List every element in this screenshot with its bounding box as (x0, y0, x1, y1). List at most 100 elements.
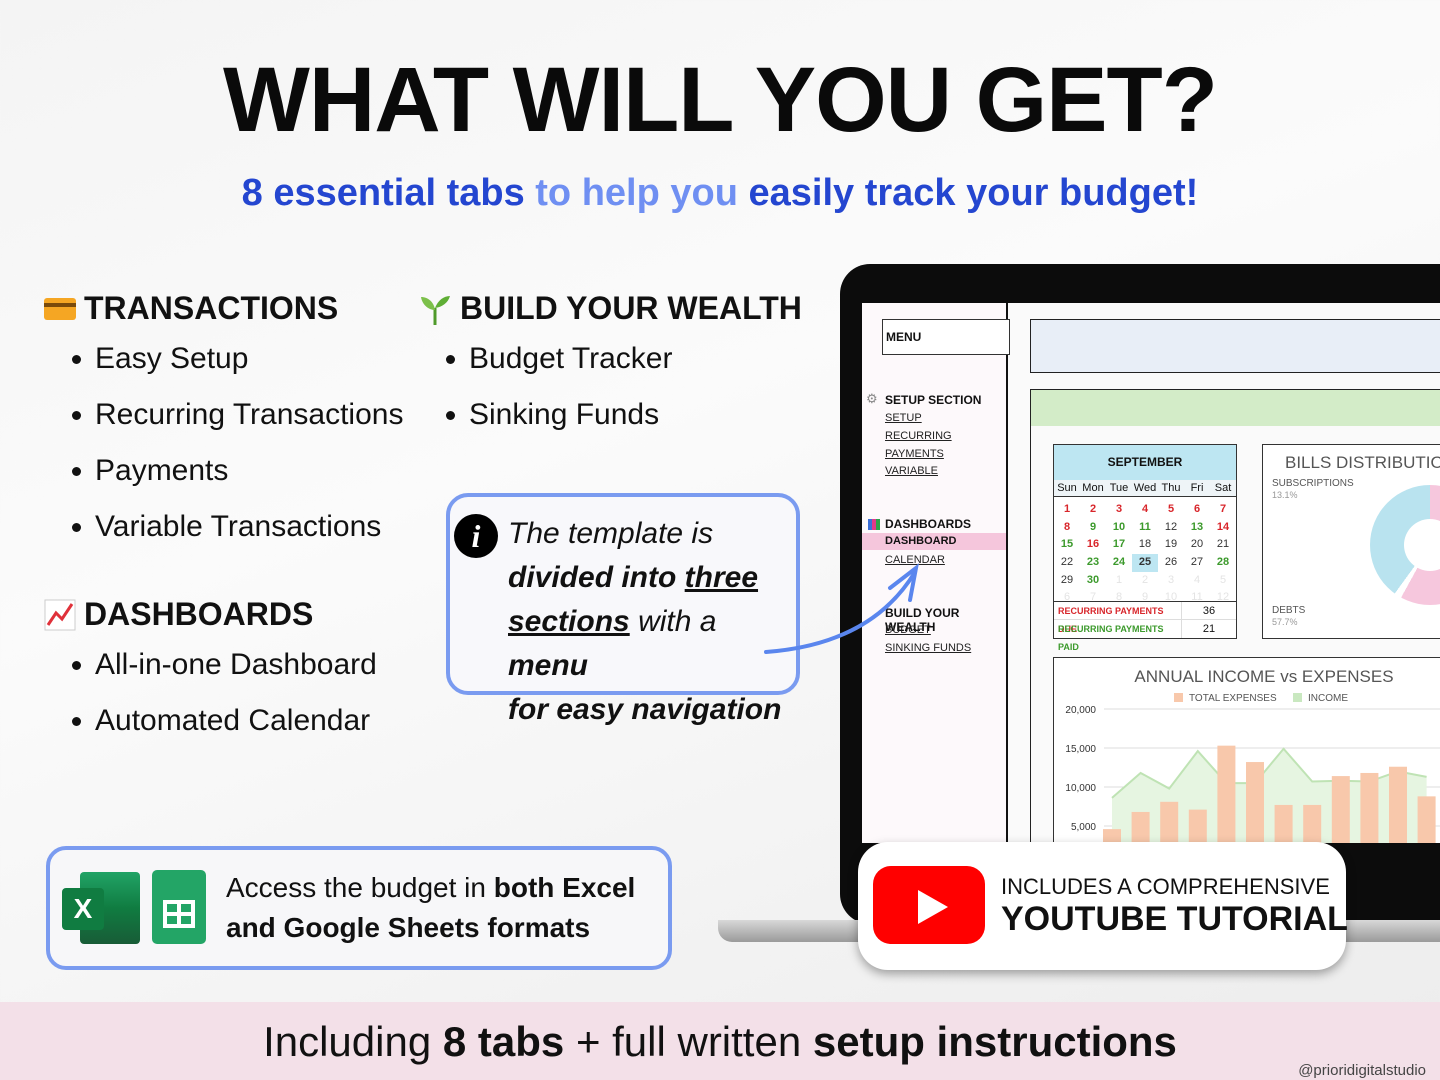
calendar-day[interactable]: 7 (1210, 501, 1236, 519)
calendar-day[interactable]: 3 (1158, 572, 1184, 590)
menu-item-payments[interactable]: PAYMENTS (885, 448, 944, 460)
calendar-day[interactable]: 29 (1054, 572, 1080, 590)
calendar-day[interactable]: 27 (1184, 554, 1210, 572)
list-item: Easy Setup (72, 331, 403, 387)
donut-chart (1370, 485, 1440, 605)
calendar-day[interactable]: 25 (1132, 554, 1158, 572)
y-tick-label: 10,000 (1065, 783, 1096, 794)
google-sheets-icon (152, 870, 206, 944)
list-item: Automated Calendar (72, 693, 377, 749)
legend-swatch (1174, 693, 1183, 702)
calendar-day[interactable]: 1 (1054, 501, 1080, 519)
transactions-section: TRANSACTIONS Easy Setup Recurring Transa… (44, 290, 403, 555)
calendar-day[interactable]: 18 (1132, 536, 1158, 554)
youtube-line2: YOUTUBE TUTORIAL (1001, 900, 1348, 938)
calendar-day[interactable]: 24 (1106, 554, 1132, 572)
list-item: Budget Tracker (446, 331, 802, 387)
calendar-day[interactable]: 26 (1158, 554, 1184, 572)
weekday-label: Sun (1057, 482, 1077, 494)
calendar-day[interactable]: 6 (1184, 501, 1210, 519)
text: both Excel (493, 872, 636, 903)
paid-value: 21 (1202, 623, 1216, 635)
calendar-day[interactable]: 12 (1158, 519, 1184, 537)
chart-increasing-icon (44, 599, 76, 630)
legend-value: 13.1% (1272, 490, 1298, 500)
calendar-day[interactable]: 5 (1158, 501, 1184, 519)
calendar-day[interactable]: 9 (1080, 519, 1106, 537)
calendar-day[interactable]: 1 (1106, 572, 1132, 590)
y-tick-label: 20,000 (1065, 705, 1096, 716)
expense-bar (1417, 796, 1436, 843)
calendar-day[interactable]: 30 (1080, 572, 1106, 590)
weekday-label: Tue (1109, 482, 1129, 494)
income-area (1112, 748, 1427, 843)
calendar-day[interactable]: 22 (1054, 554, 1080, 572)
calendar-day[interactable]: 2 (1080, 501, 1106, 519)
subtitle-part: to help you (535, 172, 738, 214)
expense-bar (1303, 804, 1322, 843)
legend-label: TOTAL EXPENSES (1189, 693, 1277, 704)
calendar-day[interactable]: 4 (1132, 501, 1158, 519)
text: setup instructions (812, 1018, 1177, 1065)
calendar-day[interactable]: 17 (1106, 536, 1132, 554)
calendar-day[interactable]: 8 (1054, 519, 1080, 537)
calendar-day[interactable]: 19 (1158, 536, 1184, 554)
chart-svg: ANNUAL INCOME vs EXPENSES TOTAL EXPENSES I… (1065, 667, 1440, 843)
bar-chart-icon (868, 519, 880, 530)
list-item: Payments (72, 443, 403, 499)
dashboards-heading: DASHBOARDS (44, 596, 377, 633)
menu-label: MENU (882, 319, 1010, 355)
weekday-label: Sat (1214, 482, 1232, 494)
list-item: All-in-one Dashboard (72, 637, 377, 693)
text: with a (638, 605, 717, 638)
menu-heading: DASHBOARDS (885, 517, 972, 531)
calendar-day[interactable]: 4 (1184, 572, 1210, 590)
page-title: WHAT WILL YOU GET? (223, 49, 1218, 151)
credit-handle: @prioridigitalstudio (1298, 1062, 1426, 1079)
text: + full written (575, 1018, 802, 1065)
menu-heading: SETUP SECTION (885, 393, 982, 407)
wealth-heading: BUILD YOUR WEALTH (418, 290, 802, 327)
text: 8 tabs (442, 1018, 565, 1065)
calendar-day[interactable]: 28 (1210, 554, 1236, 572)
expense-bar (1217, 745, 1236, 843)
due-label: RECURRING PAYMENTS DUE (1054, 602, 1182, 634)
calendar-day[interactable]: 16 (1080, 536, 1106, 554)
calendar-day[interactable]: 20 (1184, 536, 1210, 554)
expense-bar (1131, 811, 1150, 843)
subtitle: 8 essential tabs to help you easily trac… (0, 172, 1440, 215)
calendar-day[interactable]: 23 (1080, 554, 1106, 572)
menu-item-variable[interactable]: VARIABLE (885, 465, 938, 477)
calendar-day[interactable]: 15 (1054, 536, 1080, 554)
calendar-day[interactable]: 10 (1106, 519, 1132, 537)
calendar-widget: SEPTEMBER Sun Mon Tue Wed Thu Fri Sat 12345678… (1053, 444, 1237, 652)
list-item: Sinking Funds (446, 387, 802, 443)
menu-item-dashboard[interactable]: DASHBOARD (885, 535, 957, 547)
weekday-label: Thu (1161, 482, 1181, 494)
heading-text: DASHBOARDS (84, 596, 314, 632)
calendar-day[interactable]: 14 (1210, 519, 1236, 537)
text: divided into (508, 561, 677, 594)
expense-bar (1103, 829, 1121, 843)
legend-label: SUBSCRIPTIONS (1272, 478, 1354, 489)
text: sections (508, 605, 630, 638)
legend-value: 57.7% (1272, 617, 1298, 627)
calendar-day[interactable]: 2 (1132, 572, 1158, 590)
menu-item-setup[interactable]: SETUP (885, 412, 922, 424)
subtitle-part: 8 essential tabs (241, 172, 525, 214)
expense-bar (1360, 772, 1379, 843)
calendar-day[interactable]: 13 (1184, 519, 1210, 537)
formats-text: Access the budget in both Excel and Googl… (226, 868, 635, 948)
text: The template is (508, 517, 714, 550)
menu-item-recurring[interactable]: RECURRING (885, 430, 952, 442)
calendar-day[interactable]: 5 (1210, 572, 1236, 590)
calendar-day[interactable]: 11 (1132, 519, 1158, 537)
expense-bar (1246, 762, 1264, 843)
calendar-day[interactable]: 21 (1210, 536, 1236, 554)
due-value: 36 (1202, 605, 1216, 617)
bills-distribution-chart: BILLS DISTRIBUTIO SUBSCRIPTIONS 13.1% DE… (1262, 444, 1440, 639)
calendar-day[interactable]: 3 (1106, 501, 1132, 519)
paid-label: RECURRING PAYMENTS PAID (1054, 620, 1182, 652)
recurring-summary: RECURRING PAYMENTS DUE 36 RECURRING PAYME… (1054, 601, 1236, 652)
weekday-label: Wed (1133, 482, 1157, 494)
